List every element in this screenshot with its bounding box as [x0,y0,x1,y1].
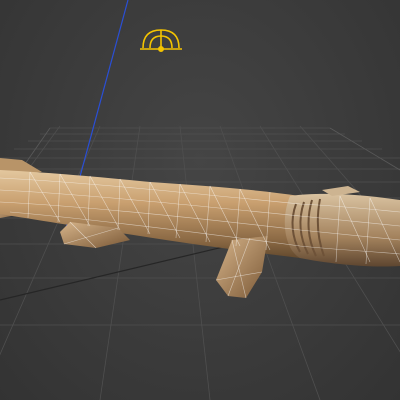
camera-icon[interactable] [140,29,182,52]
fish-model[interactable] [0,158,400,299]
3d-viewport[interactable] [0,0,400,400]
